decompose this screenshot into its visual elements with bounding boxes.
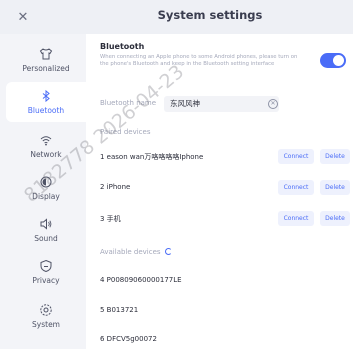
device-name: 4 P00809060000177LE <box>100 276 182 284</box>
title-bar: ✕ System settings <box>0 0 353 34</box>
sidebar-item-label: Privacy <box>32 276 60 285</box>
shield-icon <box>39 259 53 273</box>
sidebar-item-label: Display <box>32 192 60 201</box>
sidebar-item-label: Bluetooth <box>27 106 65 115</box>
bluetooth-icon <box>39 89 53 103</box>
bluetooth-description: When connecting an Apple phone to some A… <box>100 54 298 67</box>
sidebar-item-privacy[interactable]: Privacy <box>6 252 86 292</box>
available-devices-label: Available devices <box>100 248 161 256</box>
delete-button[interactable]: Delete <box>320 211 350 226</box>
display-icon <box>39 175 53 189</box>
page-title: System settings <box>157 8 263 22</box>
bluetooth-name-row: Bluetooth name 东风风神 ✕ <box>100 96 340 112</box>
delete-button[interactable]: Delete <box>320 180 350 195</box>
clear-icon[interactable]: ✕ <box>268 99 278 109</box>
paired-devices-label: Paired devices <box>100 128 151 136</box>
sidebar-item-personalized[interactable]: Personalized <box>6 40 86 80</box>
device-name: 1 eason wan万咯咯咯咯Iphone <box>100 153 204 161</box>
paired-device-row: 1 eason wan万咯咯咯咯Iphone Connect Delete <box>100 148 350 166</box>
bluetooth-toggle[interactable] <box>320 53 346 68</box>
sidebar-item-network[interactable]: Network <box>6 126 86 166</box>
sidebar-item-label: Network <box>30 150 62 159</box>
toggle-knob <box>333 55 344 66</box>
connect-button[interactable]: Connect <box>278 211 314 226</box>
loading-spinner-icon <box>164 248 172 255</box>
bluetooth-name-field[interactable]: 东风风神 <box>164 96 279 112</box>
paired-device-row: 2 iPhone Connect Delete <box>100 179 350 197</box>
available-device-row[interactable]: 4 P00809060000177LE <box>100 272 350 290</box>
bluetooth-settings-panel: Bluetooth When connecting an Apple phone… <box>86 34 353 349</box>
sidebar: Personalized Bluetooth Network Display S… <box>0 34 86 349</box>
shirt-icon <box>39 47 53 61</box>
gear-icon <box>39 303 53 317</box>
available-device-row[interactable]: 6 DFCV5g00072 <box>100 331 350 349</box>
sidebar-item-label: System <box>32 320 60 329</box>
sidebar-item-bluetooth[interactable]: Bluetooth <box>6 82 86 122</box>
sidebar-item-sound[interactable]: Sound <box>6 210 86 250</box>
bluetooth-title: Bluetooth <box>100 42 145 51</box>
bluetooth-name-label: Bluetooth name <box>100 99 157 107</box>
sidebar-item-label: Personalized <box>22 64 70 73</box>
paired-device-row: 3 手机 Connect Delete <box>100 210 350 228</box>
speaker-icon <box>39 217 53 231</box>
sidebar-item-display[interactable]: Display <box>6 168 86 208</box>
delete-button[interactable]: Delete <box>320 149 350 164</box>
wifi-icon <box>39 133 53 147</box>
available-device-row[interactable]: 5 B013721 <box>100 302 350 320</box>
device-name: 3 手机 <box>100 215 121 223</box>
device-name: 6 DFCV5g00072 <box>100 335 157 343</box>
sidebar-item-system[interactable]: System <box>6 296 86 336</box>
connect-button[interactable]: Connect <box>278 149 314 164</box>
device-name: 5 B013721 <box>100 306 139 314</box>
close-icon[interactable]: ✕ <box>14 8 32 26</box>
connect-button[interactable]: Connect <box>278 180 314 195</box>
device-name: 2 iPhone <box>100 183 131 191</box>
sidebar-item-label: Sound <box>34 234 58 243</box>
available-devices-header: Available devices <box>100 248 172 256</box>
